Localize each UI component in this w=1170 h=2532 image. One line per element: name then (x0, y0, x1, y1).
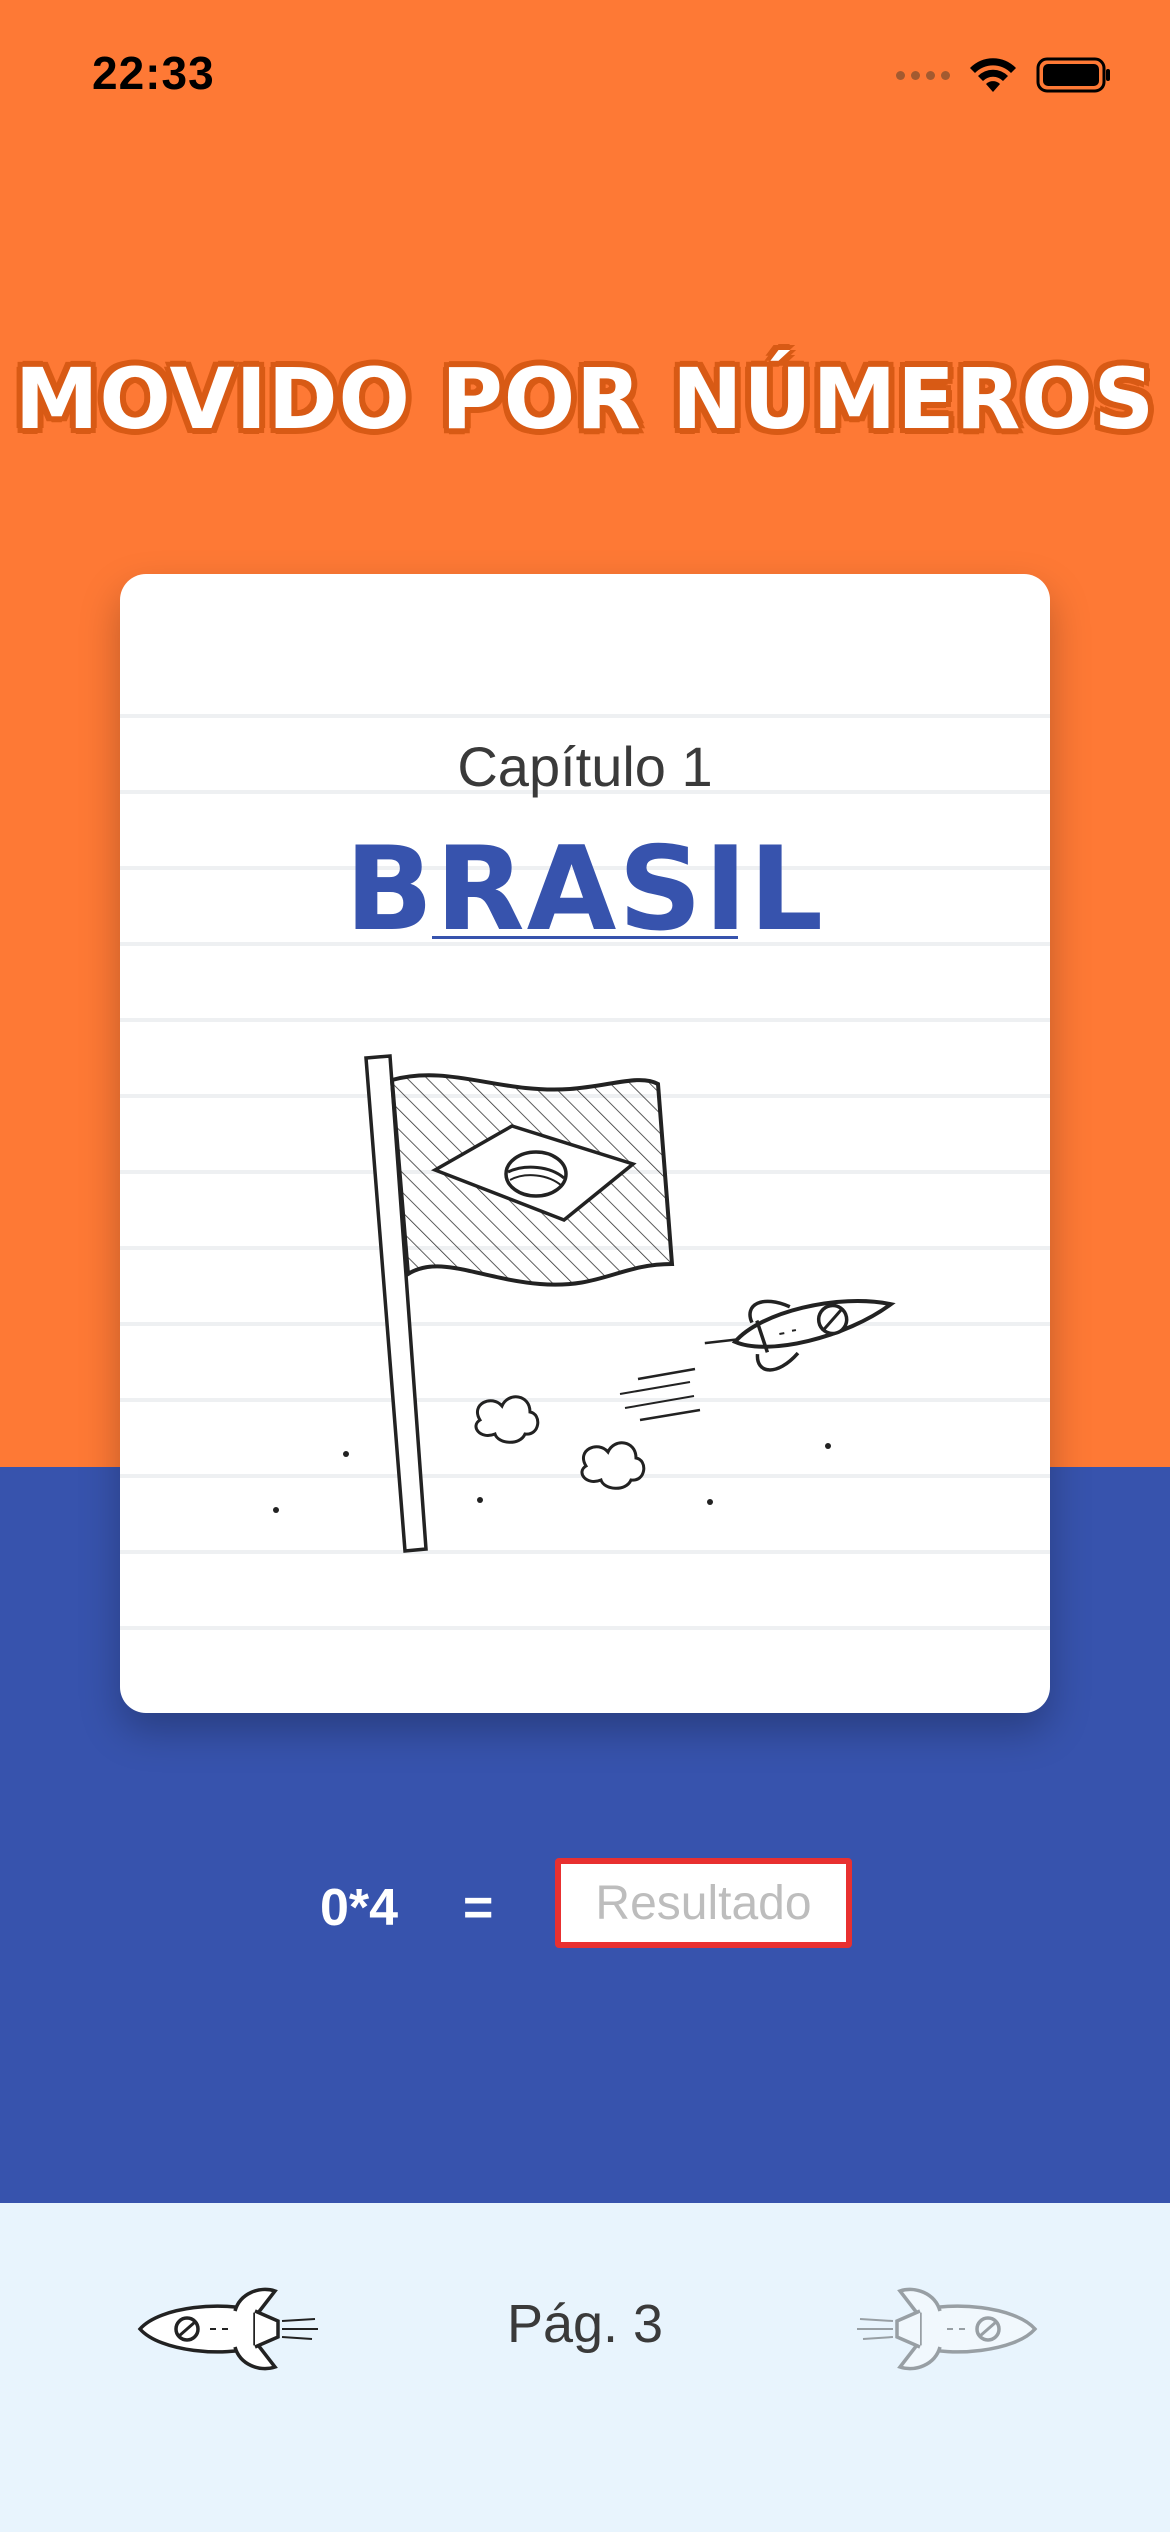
equation-operand: 0*4 (320, 1879, 399, 1937)
app-title: MOVIDO POR NÚMEROS (14, 350, 1156, 448)
status-bar: 22:33 (0, 0, 1170, 150)
status-time: 22:33 (92, 47, 215, 99)
flag-and-rocket-illustration (273, 1054, 896, 1553)
wifi-icon (970, 58, 1016, 92)
equals-sign: = (463, 1879, 494, 1937)
status-indicators (896, 52, 1112, 98)
signal-icon (896, 70, 950, 80)
page-navigation: Pág. 3 (0, 2203, 1170, 2532)
result-input[interactable] (555, 1858, 852, 1948)
chapter-card[interactable]: Capítulo 1 BRASIL (120, 574, 1050, 1713)
equation-row: 0*4 = (0, 1858, 1170, 1948)
rocket-right-icon[interactable] (855, 2281, 1045, 2377)
battery-icon (1036, 57, 1110, 93)
